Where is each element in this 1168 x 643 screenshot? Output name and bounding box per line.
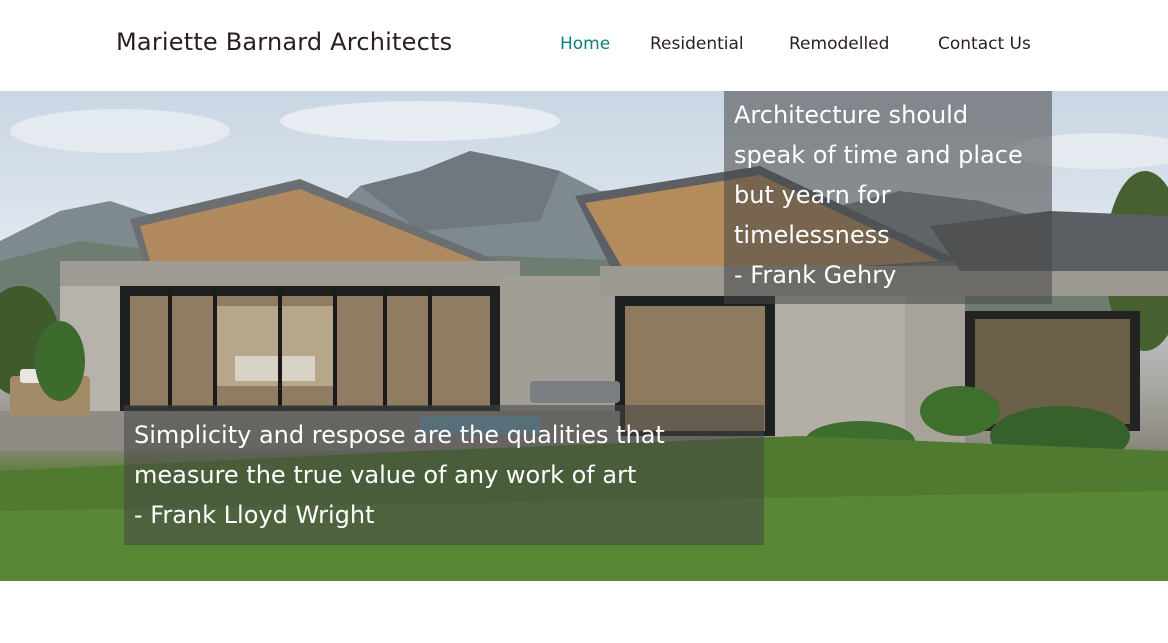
quote-line: but yearn for [734,181,891,209]
quote-line: speak of time and place [734,141,1023,169]
nav-remodelled[interactable]: Remodelled [789,34,889,54]
quote-line: Architecture should [734,101,969,129]
nav-residential[interactable]: Residential [650,34,744,54]
quote-author: - Frank Lloyd Wright [134,501,375,529]
quote-frank-gehry: Architecture should speak of time and pl… [724,91,1052,304]
quote-line: Simplicity and respose are the qualities… [134,421,665,449]
quote-author: - Frank Gehry [734,261,897,289]
page-body-area [0,581,1168,643]
quote-frank-lloyd-wright: Simplicity and respose are the qualities… [124,405,764,545]
nav-contact-us[interactable]: Contact Us [938,34,1031,54]
nav-home[interactable]: Home [560,34,610,54]
quote-line: measure the true value of any work of ar… [134,461,637,489]
main-nav: Home Residential Remodelled Contact Us [0,34,1168,58]
quote-line: timelessness [734,221,890,249]
site-header: Mariette Barnard Architects Home Residen… [0,0,1168,91]
